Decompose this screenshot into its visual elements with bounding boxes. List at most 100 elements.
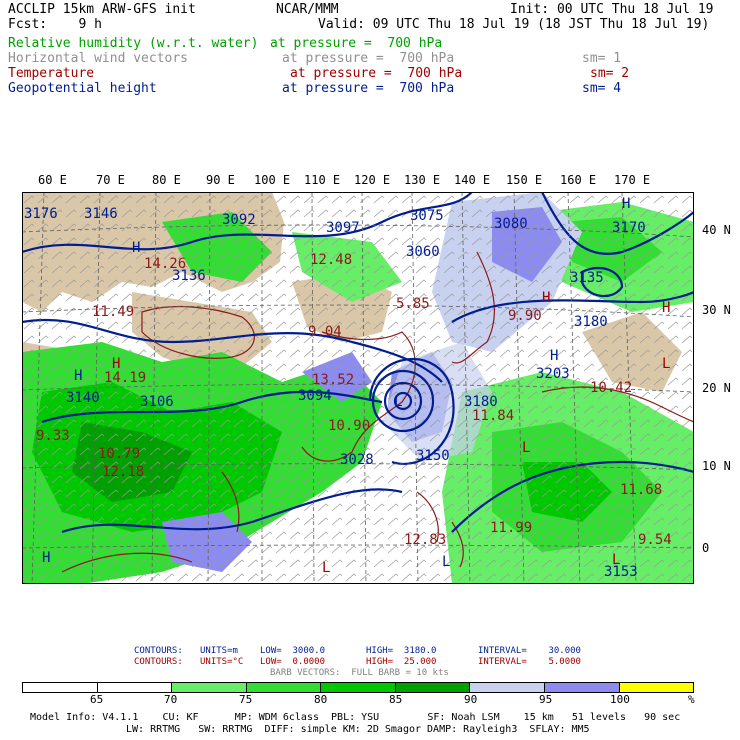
height-label: 3060 (406, 244, 440, 260)
lon-label-170e: 170 E (614, 173, 651, 187)
temp-label: 12.48 (310, 252, 352, 268)
colorbar-cell (246, 683, 322, 692)
lon-label-120e: 120 E (354, 173, 391, 187)
temp-label: 13.52 (312, 372, 354, 388)
svg-text:L: L (522, 440, 530, 456)
contour-temp-label: CONTOURS: (134, 657, 183, 667)
org-label: NCAR/MMM (276, 2, 339, 17)
temp-label: 5.85 (396, 296, 430, 312)
colorbar-cell (544, 683, 620, 692)
height-label: 3150 (416, 448, 450, 464)
lon-label-110e: 110 E (304, 173, 341, 187)
model-info-line2: LW: RRTMG SW: RRTMG DIFF: simple KM: 2D … (126, 724, 590, 735)
temp-label: 9.54 (638, 532, 672, 548)
temp-label: 11.84 (472, 408, 514, 424)
contour-height-low: LOW= 3000.0 (260, 646, 326, 656)
svg-text:L: L (442, 554, 450, 570)
height-label: 3135 (570, 270, 604, 286)
svg-text:L: L (322, 560, 330, 576)
colorbar-cell (172, 683, 247, 692)
svg-text:H: H (662, 300, 670, 316)
temp-label: 11.49 (92, 304, 134, 320)
lat-label-0: 0 (702, 541, 710, 555)
colorbar-label-100: 100 (610, 693, 630, 706)
svg-text:H: H (622, 196, 630, 212)
temp-label: 12.83 (404, 532, 446, 548)
lon-label-60e: 60 E (38, 173, 67, 187)
height-label: 3106 (140, 394, 174, 410)
lat-label-40n: 40 N (702, 223, 731, 237)
height-label: 3094 (298, 388, 332, 404)
temp-label: 14.19 (104, 370, 146, 386)
svg-text:H: H (550, 348, 558, 364)
height-label: 3092 (222, 212, 256, 228)
colorbar-cell (619, 683, 694, 692)
colorbar-label-95: 95 (539, 693, 553, 706)
field-wind-level: at pressure = 700 hPa (282, 51, 455, 66)
height-label: 3140 (66, 390, 100, 406)
lon-label-80e: 80 E (152, 173, 181, 187)
height-label: 3075 (410, 208, 444, 224)
field-height-sm: sm= 4 (582, 81, 622, 96)
height-label: 3180 (574, 314, 608, 330)
lon-label-70e: 70 E (96, 173, 125, 187)
temp-label: 9.90 (508, 308, 542, 324)
lat-label-30n: 30 N (702, 303, 731, 317)
contour-height-high: HIGH= 3180.0 (366, 646, 437, 656)
init-time: Init: 00 UTC Thu 18 Jul 19 (510, 2, 714, 17)
barb-vectors-info: BARB VECTORS: FULL BARB = 10 kts (270, 668, 449, 678)
valid-time: Valid: 09 UTC Thu 18 Jul 19 (18 JST Thu … (318, 17, 710, 32)
svg-text:H: H (42, 550, 50, 566)
field-wind-sm: sm= 1 (582, 51, 622, 66)
temp-label: 11.68 (620, 482, 662, 498)
lon-label-140e: 140 E (454, 173, 491, 187)
lon-label-150e: 150 E (506, 173, 543, 187)
contour-height-units: UNITS=m (200, 646, 238, 656)
height-label: 3203 (536, 366, 570, 382)
height-label: 3146 (84, 206, 118, 222)
lon-label-130e: 130 E (404, 173, 441, 187)
contour-height-interval: INTERVAL= 30.000 (478, 646, 581, 656)
lat-label-10n: 10 N (702, 459, 731, 473)
colorbar-cell (395, 683, 471, 692)
temp-label: 10.90 (328, 418, 370, 434)
model-info-line1: Model Info: V4.1.1 CU: KF MP: WDM 6class… (30, 712, 681, 723)
height-label: 3080 (494, 216, 528, 232)
height-label: 3176 (24, 206, 58, 222)
field-height-level: at pressure = 700 hPa (282, 81, 455, 96)
colorbar-label-70: 70 (164, 693, 178, 706)
colorbar-label-90: 90 (464, 693, 478, 706)
temp-label: 11.99 (490, 520, 532, 536)
rh-colorbar (22, 682, 694, 693)
colorbar-cell (470, 683, 545, 692)
colorbar-label-75: 75 (239, 693, 253, 706)
lon-label-100e: 100 E (254, 173, 291, 187)
temp-label: 9.04 (308, 324, 342, 340)
contour-height-label: CONTOURS: (134, 646, 183, 656)
lon-label-160e: 160 E (560, 173, 597, 187)
svg-text:H: H (542, 290, 550, 306)
svg-text:H: H (132, 240, 140, 256)
field-temp-level: at pressure = 700 hPa (290, 66, 463, 81)
weather-map: H H H H H H H L L H L L L L 3176 3146 30… (22, 192, 694, 584)
colorbar-label-percent: % (688, 693, 695, 706)
height-label: 3097 (326, 220, 360, 236)
plot-title: ACCLIP 15km ARW-GFS init (8, 2, 196, 17)
colorbar-label-85: 85 (389, 693, 403, 706)
temp-label: 9.33 (36, 428, 70, 444)
svg-text:L: L (662, 356, 670, 372)
colorbar-label-80: 80 (314, 693, 328, 706)
temp-label: 10.42 (590, 380, 632, 396)
contour-temp-low: LOW= 0.0000 (260, 657, 326, 667)
temp-label: 10.79 (98, 446, 140, 462)
contour-temp-high: HIGH= 25.000 (366, 657, 437, 667)
svg-text:L: L (394, 394, 402, 410)
contour-temp-interval: INTERVAL= 5.0000 (478, 657, 581, 667)
colorbar-label-65: 65 (90, 693, 104, 706)
colorbar-cell (321, 683, 396, 692)
forecast-hour: Fcst: 9 h (8, 17, 102, 32)
field-temp-sm: sm= 2 (590, 66, 630, 81)
field-temp-name: Temperature (8, 66, 95, 81)
temp-label: 14.26 (144, 256, 186, 272)
field-height-name: Geopotential height (8, 81, 157, 96)
